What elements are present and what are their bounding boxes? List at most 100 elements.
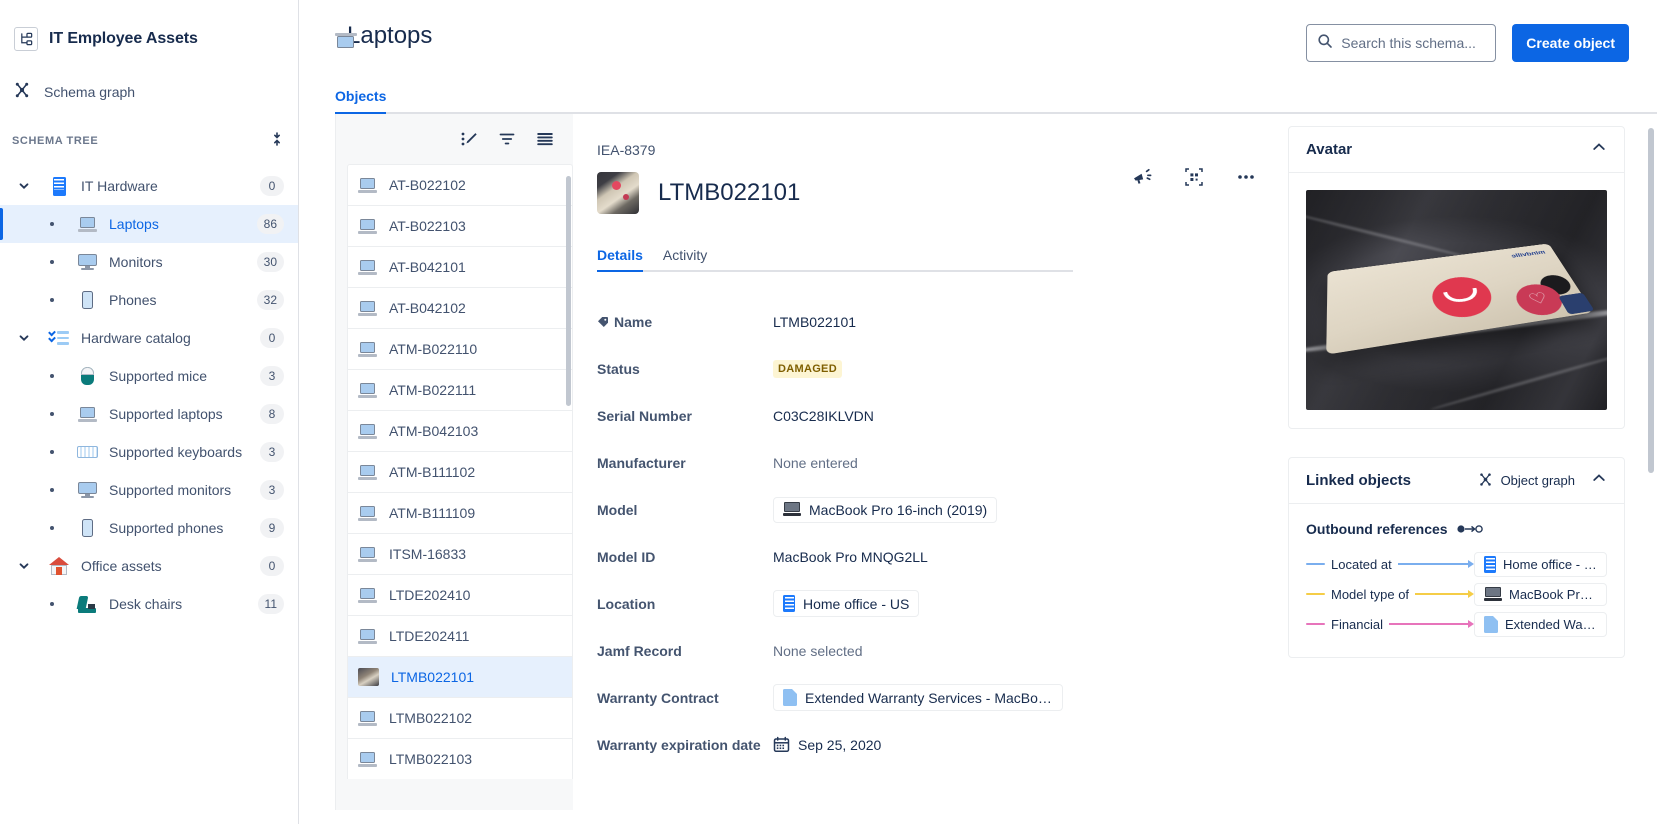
laptop-icon: [76, 403, 98, 425]
sidebar-item-hardware-catalog[interactable]: Hardware catalog0: [0, 319, 298, 357]
building-icon: [783, 595, 795, 612]
more-actions-icon[interactable]: [1235, 166, 1257, 188]
reference-chip[interactable]: Home office - US: [773, 590, 919, 617]
field-label-text: Model ID: [597, 549, 655, 565]
building-icon: [1484, 556, 1496, 573]
list-item[interactable]: ITSM-16833: [347, 533, 573, 574]
sidebar-item-label: Schema graph: [44, 84, 135, 100]
avatar-card-body: mindville ♡: [1289, 173, 1624, 428]
list-item[interactable]: LTDE202411: [347, 615, 573, 656]
list-item-label: ATM-B022110: [389, 341, 477, 357]
sidebar: IT Employee Assets Schema graph SCHEMA T…: [0, 0, 299, 824]
list-item[interactable]: LTMB022103: [347, 738, 573, 779]
announce-icon[interactable]: [1131, 166, 1153, 188]
list-item-label: ATM-B111109: [389, 505, 475, 521]
detail-field: Warranty expiration dateSep 25, 2020: [597, 721, 1093, 768]
search-box[interactable]: [1306, 24, 1496, 62]
tab-objects[interactable]: Objects: [335, 88, 386, 112]
list-item[interactable]: ATM-B111102: [347, 451, 573, 492]
sidebar-item-label: Monitors: [109, 254, 257, 270]
list-item[interactable]: AT-B042102: [347, 287, 573, 328]
list-item[interactable]: ATM-B042103: [347, 410, 573, 451]
bulk-edit-icon[interactable]: [457, 127, 481, 151]
sidebar-item-schema-graph[interactable]: Schema graph: [0, 72, 298, 112]
field-value[interactable]: Extended Warranty Services - MacBoo...: [773, 684, 1063, 711]
sidebar-item-monitors[interactable]: Monitors30: [0, 243, 298, 281]
tab-activity[interactable]: Activity: [663, 247, 707, 270]
sidebar-item-supported-keyboards[interactable]: Supported keyboards3: [0, 433, 298, 471]
detail-field: Model IDMacBook Pro MNQG2LL: [597, 533, 1093, 580]
object-header: LTMB022101: [597, 172, 1093, 214]
list-item[interactable]: LTMB022101: [347, 656, 573, 697]
page-title: Laptops: [335, 22, 432, 50]
reference-chip[interactable]: Extended Warranty Services - MacBoo...: [773, 684, 1063, 711]
reference-chip[interactable]: MacBook Pro 16-inc...: [1474, 583, 1607, 606]
field-value[interactable]: Home office - US: [773, 590, 919, 617]
list-item-label: LTMB022101: [391, 669, 474, 685]
object-list-scrollbar[interactable]: [566, 176, 571, 406]
sidebar-item-laptops[interactable]: Laptops86: [0, 205, 298, 243]
list-item[interactable]: AT-B022103: [347, 205, 573, 246]
list-item[interactable]: LTDE202410: [347, 574, 573, 615]
list-item[interactable]: ATM-B022110: [347, 328, 573, 369]
sidebar-item-supported-phones[interactable]: Supported phones9: [0, 509, 298, 547]
reference-chip[interactable]: MacBook Pro 16-inch (2019): [773, 497, 997, 523]
tree-bullet: [40, 260, 64, 264]
page-scrollbar[interactable]: [1648, 128, 1654, 473]
detail-fields: NameLTMB022101StatusDAMAGEDSerial Number…: [597, 298, 1093, 768]
chevron-down-icon[interactable]: [12, 332, 36, 344]
reference-chip[interactable]: Home office - US: [1474, 552, 1607, 577]
sidebar-item-supported-monitors[interactable]: Supported monitors3: [0, 471, 298, 509]
field-label: Name: [597, 314, 773, 330]
list-item[interactable]: AT-B022102: [347, 164, 573, 205]
sidebar-item-count: 32: [257, 290, 284, 310]
detail-field: Serial NumberC03C28IKLVDN: [597, 392, 1093, 439]
sidebar-item-supported-mice[interactable]: Supported mice3: [0, 357, 298, 395]
field-value[interactable]: MacBook Pro 16-inch (2019): [773, 497, 997, 523]
chevron-up-icon[interactable]: [1591, 470, 1607, 491]
sidebar-item-desk-chairs[interactable]: Desk chairs11: [0, 585, 298, 623]
sidebar-item-label: Supported keyboards: [109, 444, 260, 460]
app-root: IT Employee Assets Schema graph SCHEMA T…: [0, 0, 1657, 824]
list-view-icon[interactable]: [533, 127, 557, 151]
sidebar-item-count: 30: [257, 252, 284, 272]
search-icon: [1317, 33, 1333, 54]
chevron-up-icon[interactable]: [1591, 139, 1607, 160]
tree-bullet: [40, 298, 64, 302]
laptop-icon: [78, 217, 97, 232]
tab-details[interactable]: Details: [597, 247, 643, 270]
server-icon: [53, 177, 66, 196]
model-icon: [1484, 587, 1502, 602]
linked-objects-title: Linked objects: [1306, 472, 1411, 489]
sidebar-item-phones[interactable]: Phones32: [0, 281, 298, 319]
sidebar-item-supported-laptops[interactable]: Supported laptops8: [0, 395, 298, 433]
sidebar-item-count: 86: [257, 214, 284, 234]
create-object-button[interactable]: Create object: [1512, 24, 1629, 62]
sidebar-item-office-assets[interactable]: Office assets0: [0, 547, 298, 585]
keyboard-icon: [76, 441, 98, 463]
reference-chip[interactable]: Extended Warranty ...: [1474, 612, 1607, 637]
sidebar-item-label: Office assets: [81, 558, 260, 574]
list-item[interactable]: LTMB022102: [347, 697, 573, 738]
search-input[interactable]: [1341, 35, 1485, 51]
list-item[interactable]: ATM-B022111: [347, 369, 573, 410]
field-value: LTMB022101: [773, 314, 856, 330]
outbound-reference-row: Model type ofMacBook Pro 16-inc...: [1306, 579, 1607, 609]
collapse-all-icon[interactable]: [270, 132, 284, 151]
qr-code-icon[interactable]: [1183, 166, 1205, 188]
sidebar-item-it-hardware[interactable]: IT Hardware0: [0, 167, 298, 205]
object-graph-button[interactable]: Object graph: [1477, 471, 1575, 491]
chair-icon: [77, 596, 97, 613]
label-icon: [597, 316, 609, 328]
phone-icon: [76, 517, 98, 539]
list-item[interactable]: ATM-B111109: [347, 492, 573, 533]
detail-rail: Avatar mindville: [1257, 114, 1657, 810]
filter-icon[interactable]: [495, 127, 519, 151]
chevron-down-icon[interactable]: [12, 560, 36, 572]
catalog-icon: [49, 330, 69, 346]
chevron-down-icon[interactable]: [12, 180, 36, 192]
laptop-icon: [358, 301, 377, 316]
field-label-text: Warranty expiration date: [597, 737, 761, 753]
tree-bullet: [40, 488, 64, 492]
list-item[interactable]: AT-B042101: [347, 246, 573, 287]
